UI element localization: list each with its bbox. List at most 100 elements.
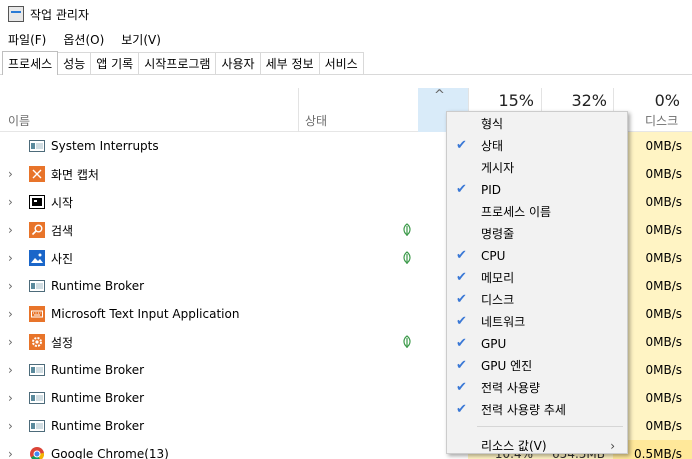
chevron-right-icon[interactable]: › <box>8 279 13 293</box>
menu-view[interactable]: 보기(V) <box>113 31 170 48</box>
menu-item-label: 메모리 <box>481 271 515 285</box>
menu-item-label: 리소스 값(V) <box>481 439 547 453</box>
window-icon <box>29 362 45 378</box>
tab-app-history[interactable]: 앱 기록 <box>90 52 140 74</box>
menu-item-label: PID <box>481 183 502 197</box>
tab-users[interactable]: 사용자 <box>215 52 261 74</box>
menu-item-label: GPU <box>481 337 507 351</box>
column-name[interactable]: 이름 <box>8 112 30 129</box>
process-name: Runtime Broker <box>51 363 145 377</box>
cpu-percent[interactable]: 15% <box>470 91 534 110</box>
check-icon: ✔ <box>456 270 467 285</box>
menu-item-column[interactable]: ✔ CPU <box>447 245 627 267</box>
check-icon: ✔ <box>456 336 467 351</box>
process-name: Runtime Broker <box>51 279 145 293</box>
chevron-right-icon[interactable]: › <box>8 195 13 209</box>
tab-details[interactable]: 세부 정보 <box>259 52 320 74</box>
process-name: Runtime Broker <box>51 419 145 433</box>
chevron-right-icon[interactable]: › <box>8 391 13 405</box>
process-name: 사진 <box>51 251 74 266</box>
check-icon: ✔ <box>456 380 467 395</box>
tab-services[interactable]: 서비스 <box>318 52 364 74</box>
menu-item-label: 명령줄 <box>481 227 515 241</box>
menu-item-label: GPU 엔진 <box>481 359 533 373</box>
chevron-right-icon[interactable]: › <box>8 167 13 181</box>
column-divider[interactable] <box>298 88 299 132</box>
chrome-icon <box>29 446 45 459</box>
menu-bar: 파일(F) 옵션(O) 보기(V) <box>0 28 170 50</box>
check-icon: ✔ <box>456 248 467 263</box>
process-name: 화면 캡처 <box>51 167 99 182</box>
column-disk[interactable]: 디스크 <box>645 112 678 129</box>
window-icon <box>29 278 45 294</box>
menu-item-column[interactable]: 게시자 <box>447 157 627 179</box>
gear-icon <box>29 334 45 350</box>
menu-item-label: 프로세스 이름 <box>481 205 552 219</box>
check-icon: ✔ <box>456 402 467 417</box>
menu-item-column[interactable]: ✔ 전력 사용량 <box>447 377 627 399</box>
chevron-right-icon[interactable]: › <box>8 363 13 377</box>
menu-item-resource-values[interactable]: 리소스 값(V) › <box>447 435 627 457</box>
suspended-leaf-icon <box>401 335 413 349</box>
menu-item-column[interactable]: ✔ 메모리 <box>447 267 627 289</box>
tab-performance[interactable]: 성능 <box>57 52 92 74</box>
menu-item-column[interactable]: ✔ 전력 사용량 추세 <box>447 399 627 421</box>
menu-item-label: 전력 사용량 추세 <box>481 403 566 417</box>
chevron-right-icon[interactable]: › <box>8 223 13 237</box>
menu-item-column[interactable]: ✔ 디스크 <box>447 289 627 311</box>
menu-item-label: 네트워크 <box>481 315 526 329</box>
title-bar: 작업 관리자 <box>0 0 692 28</box>
menu-separator <box>477 426 623 427</box>
memory-percent[interactable]: 32% <box>543 91 607 110</box>
chevron-right-icon[interactable]: › <box>8 307 13 321</box>
sort-up-icon: ^ <box>434 88 445 103</box>
chevron-right-icon[interactable]: › <box>8 251 13 265</box>
process-name: 검색 <box>51 223 74 238</box>
menu-item-label: 전력 사용량 <box>481 381 541 395</box>
window-icon <box>29 390 45 406</box>
chevron-right-icon[interactable]: › <box>8 335 13 349</box>
keyboard-icon <box>29 306 45 322</box>
window-icon <box>29 418 45 434</box>
menu-item-column[interactable]: 형식 <box>447 113 627 135</box>
task-manager-icon <box>8 6 24 22</box>
menu-item-column[interactable]: 명령줄 <box>447 223 627 245</box>
photos-icon <box>29 250 45 266</box>
menu-item-column[interactable]: 프로세스 이름 <box>447 201 627 223</box>
check-icon: ✔ <box>456 182 467 197</box>
menu-item-label: 상태 <box>481 139 504 153</box>
menu-item-column[interactable]: ✔ 상태 <box>447 135 627 157</box>
window-title: 작업 관리자 <box>30 7 90 22</box>
disk-percent[interactable]: 0% <box>615 91 680 110</box>
suspended-leaf-icon <box>401 251 413 265</box>
menu-item-label: 형식 <box>481 117 504 131</box>
menu-file[interactable]: 파일(F) <box>0 31 55 48</box>
menu-item-column[interactable]: ✔ 네트워크 <box>447 311 627 333</box>
menu-item-label: 디스크 <box>481 293 515 307</box>
menu-item-column[interactable]: ✔ GPU 엔진 <box>447 355 627 377</box>
tab-processes[interactable]: 프로세스 <box>2 51 59 75</box>
process-name: Runtime Broker <box>51 391 145 405</box>
process-name: Google Chrome(13) <box>51 447 169 459</box>
chevron-right-icon: › <box>610 439 615 453</box>
chevron-right-icon[interactable]: › <box>8 419 13 433</box>
column-context-menu: 형식 ✔ 상태 게시자 ✔ PID 프로세스 이름 명령줄 ✔ CPU ✔ 메모리 ✔ 디스크 ✔ 네트워크 ✔… <box>446 111 628 454</box>
menu-item-column[interactable]: ✔ GPU <box>447 333 627 355</box>
menu-item-column[interactable]: ✔ PID <box>447 179 627 201</box>
tab-startup[interactable]: 시작프로그램 <box>138 52 217 74</box>
chevron-right-icon[interactable]: › <box>8 447 13 459</box>
process-name: Microsoft Text Input Application <box>51 307 240 321</box>
menu-options[interactable]: 옵션(O) <box>55 31 113 48</box>
check-icon: ✔ <box>456 358 467 373</box>
snip-icon <box>29 166 45 182</box>
process-name: 설정 <box>51 335 74 350</box>
column-status[interactable]: 상태 <box>305 112 327 129</box>
search-icon <box>29 222 45 238</box>
start-icon <box>29 194 45 210</box>
tab-strip: 프로세스 성능 앱 기록 시작프로그램 사용자 세부 정보 서비스 <box>0 51 692 75</box>
suspended-leaf-icon <box>401 223 413 237</box>
check-icon: ✔ <box>456 314 467 329</box>
process-name: 시작 <box>51 195 74 210</box>
window-icon <box>29 138 45 154</box>
menu-item-label: 게시자 <box>481 161 515 175</box>
